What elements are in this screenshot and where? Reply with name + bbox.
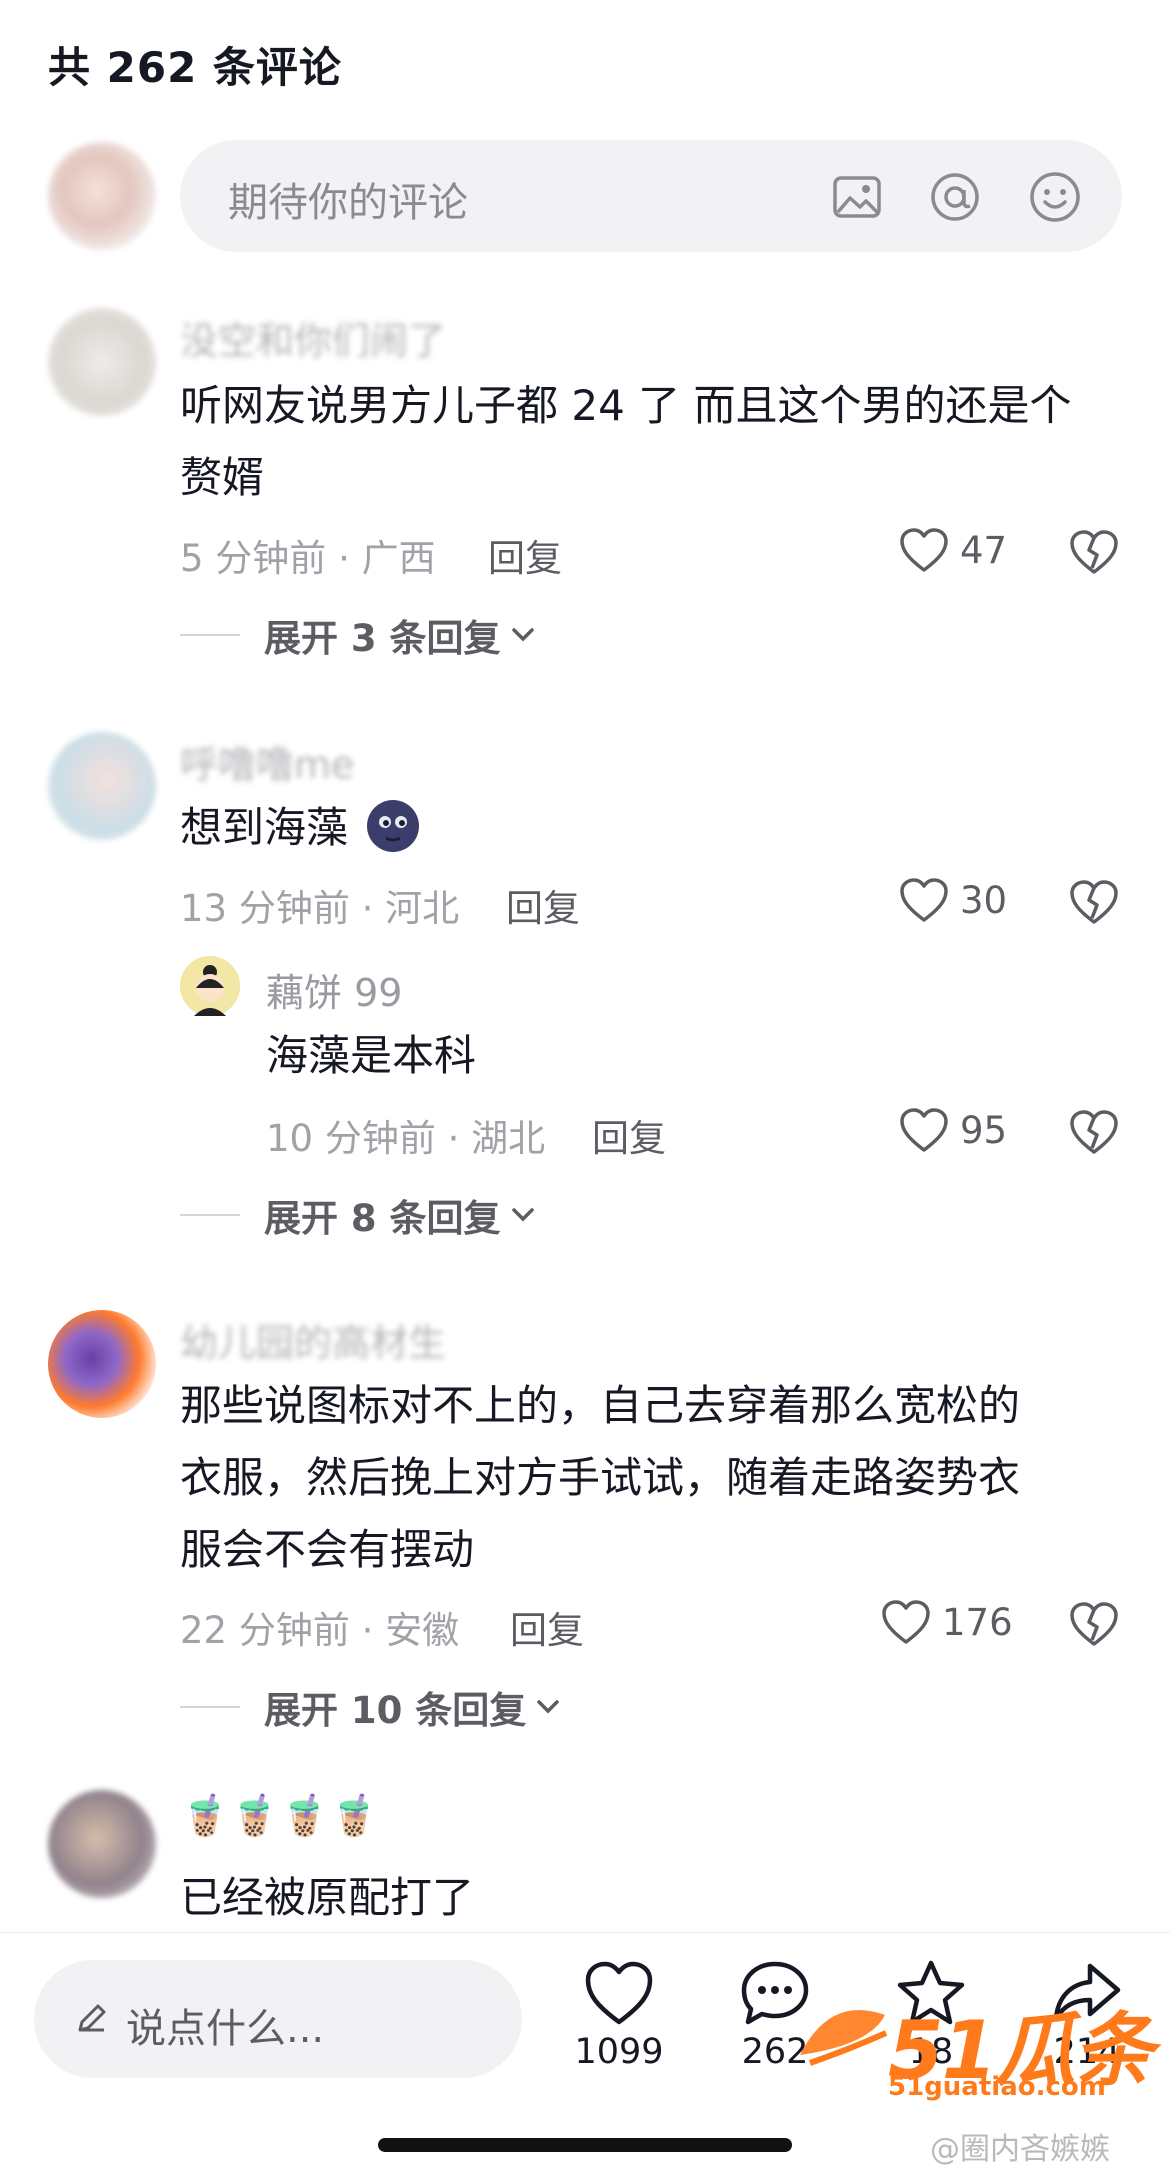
expand-divider (180, 634, 240, 636)
avatar[interactable] (48, 1790, 156, 1898)
heart-icon (900, 1108, 948, 1152)
watermark-site: 51guatiao.com (888, 2072, 1106, 2102)
like-button[interactable]: 30 (898, 876, 1007, 924)
comment-text-line: 服会不会有摆动 (180, 1525, 475, 1574)
broken-heart-icon[interactable] (1068, 878, 1120, 926)
comment-meta: 22 分钟前 · 安徽 (180, 1609, 460, 1652)
broken-heart-icon[interactable] (1068, 528, 1120, 576)
emoji-icon[interactable] (1028, 170, 1082, 224)
broken-heart-icon[interactable] (1068, 1108, 1120, 1156)
reply-button[interactable]: 回复 (488, 528, 562, 582)
comment-text-line: 衣服，然后挽上对方手试试，随着走路姿势衣 (180, 1453, 1021, 1502)
comment-username[interactable]: 🧋🧋🧋🧋 (180, 1792, 379, 1839)
comment-meta: 13 分钟前 · 河北 (180, 887, 460, 930)
expand-replies-button[interactable]: 展开 8 条回复 (180, 1188, 537, 1242)
like-button[interactable]: 176 (880, 1598, 1013, 1646)
reply-meta: 10 分钟前 · 湖北 (266, 1117, 546, 1160)
like-count: 47 (960, 528, 1008, 572)
cartoon-avatar-icon (180, 956, 240, 1016)
like-action[interactable]: 1099 (554, 1958, 684, 2072)
like-count: 95 (960, 1108, 1008, 1152)
chevron-down-icon (511, 1208, 534, 1222)
expand-replies-button[interactable]: 展开 10 条回复 (180, 1680, 562, 1734)
heart-icon (585, 1961, 653, 2025)
reply-button[interactable]: 回复 (506, 878, 580, 932)
expand-replies-label: 展开 8 条回复 (264, 1197, 501, 1240)
expand-replies-label: 展开 10 条回复 (264, 1689, 527, 1732)
comment-text-line: 那些说图标对不上的，自己去穿着那么宽松的 (180, 1381, 1021, 1430)
comment-username[interactable]: 幼儿园的高材生 (180, 1312, 446, 1367)
image-icon[interactable] (830, 170, 884, 224)
broken-heart-icon[interactable] (1068, 1600, 1120, 1648)
comment-username[interactable]: 没空和你们闹了 (180, 310, 446, 365)
comment-input-row: 期待你的评论 (0, 140, 1170, 252)
comments-count-title: 共 262 条评论 (48, 43, 342, 92)
avatar[interactable] (48, 1310, 156, 1418)
heart-icon (882, 1600, 930, 1644)
moon-face-emoji-icon (367, 800, 420, 852)
comment-text: 那些说图标对不上的，自己去穿着那么宽松的 衣服，然后挽上对方手试试，随着走路姿势… (180, 1370, 1160, 1586)
heart-icon (900, 528, 948, 572)
at-icon[interactable] (928, 170, 982, 224)
like-count: 30 (960, 878, 1008, 922)
avatar[interactable] (48, 732, 156, 840)
comment-text-line: 听网友说男方儿子都 24 了 而且这个男的还是个 (180, 381, 1072, 430)
like-total: 1099 (574, 2032, 664, 2072)
comment-input[interactable]: 期待你的评论 (180, 140, 1122, 252)
reply-username[interactable]: 藕饼 99 (266, 962, 402, 1017)
reply-button[interactable]: 回复 (592, 1108, 666, 1162)
expand-divider (180, 1214, 240, 1216)
comment-text-line: 赘婿 (180, 453, 265, 502)
bottom-bar-divider (0, 1932, 1170, 1933)
watermark-handle: @圈内吝嫉嫉 (930, 2132, 1110, 2167)
expand-replies-button[interactable]: 展开 3 条回复 (180, 608, 537, 662)
chevron-down-icon (511, 628, 534, 642)
chevron-down-icon (537, 1700, 560, 1714)
comment-meta: 5 分钟前 · 广西 (180, 537, 436, 580)
heart-icon (900, 878, 948, 922)
avatar[interactable] (180, 956, 240, 1016)
home-indicator (378, 2138, 792, 2152)
comment-text: 已经被原配打了 (180, 1862, 1160, 1934)
comment-input-placeholder: 期待你的评论 (228, 180, 468, 226)
reply-text: 海藻是本科 (266, 1031, 477, 1080)
comment-text-line: 想到海藻 (180, 803, 349, 852)
comment-text: 听网友说男方儿子都 24 了 而且这个男的还是个 赘婿 (180, 370, 1160, 514)
like-button[interactable]: 47 (898, 526, 1007, 574)
like-count: 176 (942, 1600, 1013, 1644)
comment-text-line: 已经被原配打了 (180, 1873, 475, 1922)
avatar[interactable] (48, 308, 156, 416)
bottom-input-placeholder: 说点什么... (126, 2006, 325, 2052)
reply-button[interactable]: 回复 (510, 1600, 584, 1654)
comment-text: 想到海藻 (180, 792, 1160, 864)
expand-divider (180, 1706, 240, 1708)
comment-username[interactable]: 呼噜噜me (180, 734, 354, 789)
like-button[interactable]: 95 (898, 1106, 1007, 1154)
pencil-icon (78, 2004, 106, 2032)
avatar[interactable] (48, 142, 156, 250)
expand-replies-label: 展开 3 条回复 (264, 617, 501, 660)
bottom-comment-input[interactable]: 说点什么... (34, 1960, 522, 2078)
